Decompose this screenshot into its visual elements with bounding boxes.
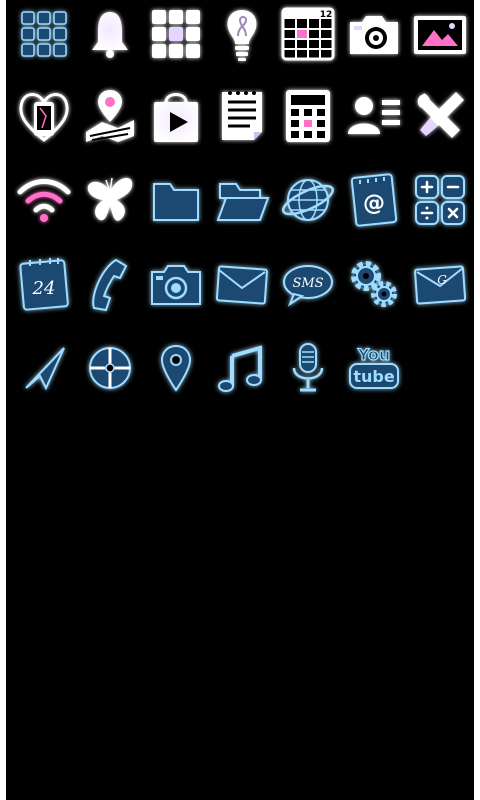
youtube-icon[interactable]: You tube bbox=[346, 340, 402, 396]
contacts-icon[interactable] bbox=[346, 88, 402, 144]
gmail-g-text: G bbox=[437, 273, 447, 287]
settings-tools-icon[interactable] bbox=[412, 88, 468, 144]
bell-icon[interactable] bbox=[82, 6, 138, 62]
phone-heart-icon[interactable] bbox=[16, 88, 72, 144]
location-pin-icon[interactable] bbox=[148, 340, 204, 396]
folder-icon[interactable] bbox=[148, 172, 204, 228]
sms-text: SMS bbox=[292, 276, 323, 291]
youtube-tube-text: tube bbox=[353, 367, 394, 386]
apps-grid-icon[interactable] bbox=[148, 6, 204, 62]
play-store-icon[interactable] bbox=[148, 88, 204, 144]
camera-icon[interactable] bbox=[346, 6, 402, 62]
calendar-24-icon[interactable]: 24 bbox=[16, 256, 72, 312]
navigation-arrow-icon[interactable] bbox=[16, 340, 72, 396]
notepad-icon[interactable] bbox=[214, 88, 270, 144]
home-screen-icon-grid: 12 @ 24 SMS G You tube bbox=[6, 0, 474, 800]
music-note-icon[interactable] bbox=[214, 340, 270, 396]
email-at-symbol: @ bbox=[363, 191, 385, 216]
gears-icon[interactable] bbox=[346, 256, 402, 312]
maps-pin-icon[interactable] bbox=[82, 88, 138, 144]
sms-bubble-icon[interactable]: SMS bbox=[280, 256, 336, 312]
youtube-you-text: You bbox=[357, 345, 391, 364]
folder-open-icon[interactable] bbox=[214, 172, 270, 228]
calendar-icon[interactable]: 12 bbox=[280, 6, 336, 62]
calendar-date-text: 12 bbox=[320, 10, 333, 20]
gallery-icon[interactable] bbox=[412, 6, 468, 62]
gmail-envelope-icon[interactable]: G bbox=[412, 256, 468, 312]
browser-globe-icon[interactable] bbox=[280, 172, 336, 228]
app-drawer-grid-icon[interactable] bbox=[16, 6, 72, 62]
wifi-icon[interactable] bbox=[16, 172, 72, 228]
mail-envelope-icon[interactable] bbox=[214, 256, 270, 312]
calculator-icon[interactable] bbox=[280, 88, 336, 144]
email-at-icon[interactable]: @ bbox=[346, 172, 402, 228]
calendar-24-text: 24 bbox=[32, 278, 56, 299]
microphone-icon[interactable] bbox=[280, 340, 336, 396]
butterfly-icon[interactable] bbox=[82, 172, 138, 228]
compass-icon[interactable] bbox=[82, 340, 138, 396]
lightbulb-icon[interactable] bbox=[214, 6, 270, 62]
phone-handset-icon[interactable] bbox=[82, 256, 138, 312]
calculator-blue-icon[interactable] bbox=[412, 172, 468, 228]
camera-blue-icon[interactable] bbox=[148, 256, 204, 312]
